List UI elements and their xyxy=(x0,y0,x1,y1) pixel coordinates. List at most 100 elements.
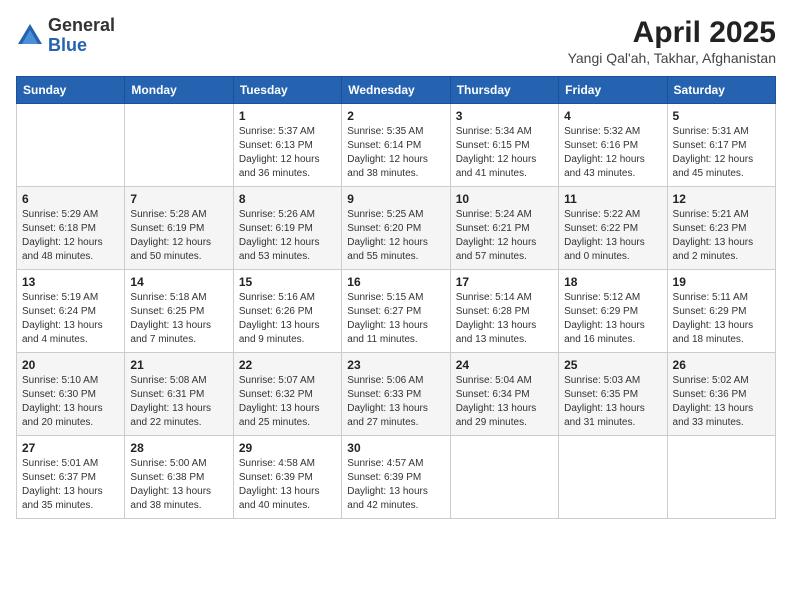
day-number: 13 xyxy=(22,275,119,289)
day-number: 3 xyxy=(456,109,553,123)
day-number: 29 xyxy=(239,441,336,455)
page-header: General Blue April 2025 Yangi Qal'ah, Ta… xyxy=(16,16,776,66)
calendar-day-cell: 11 Sunrise: 5:22 AM Sunset: 6:22 PM Dayli… xyxy=(559,187,667,270)
day-number: 9 xyxy=(347,192,444,206)
day-detail: Sunrise: 5:04 AM Sunset: 6:34 PM Dayligh… xyxy=(456,374,553,430)
day-detail: Sunrise: 5:28 AM Sunset: 6:19 PM Dayligh… xyxy=(130,208,227,264)
day-detail: Sunrise: 5:10 AM Sunset: 6:30 PM Dayligh… xyxy=(22,374,119,430)
calendar-day-cell: 21 Sunrise: 5:08 AM Sunset: 6:31 PM Dayli… xyxy=(125,353,233,436)
calendar-day-cell: 7 Sunrise: 5:28 AM Sunset: 6:19 PM Daylig… xyxy=(125,187,233,270)
calendar-day-cell: 26 Sunrise: 5:02 AM Sunset: 6:36 PM Dayli… xyxy=(667,353,775,436)
calendar-day-cell: 27 Sunrise: 5:01 AM Sunset: 6:37 PM Dayli… xyxy=(17,436,125,519)
calendar-day-cell: 9 Sunrise: 5:25 AM Sunset: 6:20 PM Daylig… xyxy=(342,187,450,270)
calendar-week-row: 6 Sunrise: 5:29 AM Sunset: 6:18 PM Daylig… xyxy=(17,187,776,270)
calendar-week-row: 20 Sunrise: 5:10 AM Sunset: 6:30 PM Dayli… xyxy=(17,353,776,436)
calendar-title: April 2025 xyxy=(568,16,776,50)
day-detail: Sunrise: 5:24 AM Sunset: 6:21 PM Dayligh… xyxy=(456,208,553,264)
day-detail: Sunrise: 5:18 AM Sunset: 6:25 PM Dayligh… xyxy=(130,291,227,347)
weekday-header: Thursday xyxy=(450,77,558,104)
day-number: 12 xyxy=(673,192,770,206)
calendar-week-row: 27 Sunrise: 5:01 AM Sunset: 6:37 PM Dayli… xyxy=(17,436,776,519)
day-number: 20 xyxy=(22,358,119,372)
calendar-day-cell xyxy=(559,436,667,519)
calendar-day-cell: 29 Sunrise: 4:58 AM Sunset: 6:39 PM Dayli… xyxy=(233,436,341,519)
calendar-day-cell: 25Sunrise: 5:03 AM Sunset: 6:35 PM Dayli… xyxy=(559,353,667,436)
weekday-header: Monday xyxy=(125,77,233,104)
day-detail: Sunrise: 5:01 AM Sunset: 6:37 PM Dayligh… xyxy=(22,457,119,513)
day-number: 27 xyxy=(22,441,119,455)
calendar-day-cell xyxy=(125,104,233,187)
day-number: 26 xyxy=(673,358,770,372)
calendar-day-cell: 18 Sunrise: 5:12 AM Sunset: 6:29 PM Dayli… xyxy=(559,270,667,353)
day-number: 25 xyxy=(564,358,661,372)
day-number: 2 xyxy=(347,109,444,123)
day-detail: Sunrise: 5:35 AM Sunset: 6:14 PM Dayligh… xyxy=(347,125,444,181)
day-number: 11 xyxy=(564,192,661,206)
day-number: 8 xyxy=(239,192,336,206)
day-number: 19 xyxy=(673,275,770,289)
day-detail: Sunrise: 5:26 AM Sunset: 6:19 PM Dayligh… xyxy=(239,208,336,264)
day-detail: Sunrise: 5:14 AM Sunset: 6:28 PM Dayligh… xyxy=(456,291,553,347)
day-detail: Sunrise: 5:15 AM Sunset: 6:27 PM Dayligh… xyxy=(347,291,444,347)
day-detail: Sunrise: 5:37 AM Sunset: 6:13 PM Dayligh… xyxy=(239,125,336,181)
calendar-day-cell: 10 Sunrise: 5:24 AM Sunset: 6:21 PM Dayli… xyxy=(450,187,558,270)
calendar-day-cell: 2 Sunrise: 5:35 AM Sunset: 6:14 PM Daylig… xyxy=(342,104,450,187)
day-number: 22 xyxy=(239,358,336,372)
calendar-day-cell: 5Sunrise: 5:31 AM Sunset: 6:17 PM Daylig… xyxy=(667,104,775,187)
day-number: 14 xyxy=(130,275,227,289)
calendar-day-cell: 28 Sunrise: 5:00 AM Sunset: 6:38 PM Dayli… xyxy=(125,436,233,519)
day-number: 17 xyxy=(456,275,553,289)
calendar-subtitle: Yangi Qal'ah, Takhar, Afghanistan xyxy=(568,50,776,66)
calendar-day-cell: 16 Sunrise: 5:15 AM Sunset: 6:27 PM Dayli… xyxy=(342,270,450,353)
day-number: 6 xyxy=(22,192,119,206)
calendar-day-cell: 23Sunrise: 5:06 AM Sunset: 6:33 PM Dayli… xyxy=(342,353,450,436)
weekday-header: Saturday xyxy=(667,77,775,104)
calendar-day-cell: 20 Sunrise: 5:10 AM Sunset: 6:30 PM Dayli… xyxy=(17,353,125,436)
logo: General Blue xyxy=(16,16,115,56)
day-detail: Sunrise: 5:11 AM Sunset: 6:29 PM Dayligh… xyxy=(673,291,770,347)
day-number: 21 xyxy=(130,358,227,372)
day-detail: Sunrise: 5:31 AM Sunset: 6:17 PM Dayligh… xyxy=(673,125,770,181)
day-number: 28 xyxy=(130,441,227,455)
day-number: 7 xyxy=(130,192,227,206)
day-detail: Sunrise: 5:08 AM Sunset: 6:31 PM Dayligh… xyxy=(130,374,227,430)
weekday-header: Tuesday xyxy=(233,77,341,104)
calendar-day-cell: 19 Sunrise: 5:11 AM Sunset: 6:29 PM Dayli… xyxy=(667,270,775,353)
day-detail: Sunrise: 5:21 AM Sunset: 6:23 PM Dayligh… xyxy=(673,208,770,264)
calendar-day-cell: 3 Sunrise: 5:34 AM Sunset: 6:15 PM Daylig… xyxy=(450,104,558,187)
calendar-day-cell xyxy=(450,436,558,519)
calendar-week-row: 13Sunrise: 5:19 AM Sunset: 6:24 PM Dayli… xyxy=(17,270,776,353)
day-number: 30 xyxy=(347,441,444,455)
calendar-day-cell: 6 Sunrise: 5:29 AM Sunset: 6:18 PM Daylig… xyxy=(17,187,125,270)
logo-icon xyxy=(16,22,44,50)
logo-text: General Blue xyxy=(48,16,115,56)
calendar-day-cell: 14 Sunrise: 5:18 AM Sunset: 6:25 PM Dayli… xyxy=(125,270,233,353)
calendar-day-cell: 4Sunrise: 5:32 AM Sunset: 6:16 PM Daylig… xyxy=(559,104,667,187)
day-detail: Sunrise: 5:02 AM Sunset: 6:36 PM Dayligh… xyxy=(673,374,770,430)
day-detail: Sunrise: 5:00 AM Sunset: 6:38 PM Dayligh… xyxy=(130,457,227,513)
calendar-day-cell: 15 Sunrise: 5:16 AM Sunset: 6:26 PM Dayli… xyxy=(233,270,341,353)
day-detail: Sunrise: 5:29 AM Sunset: 6:18 PM Dayligh… xyxy=(22,208,119,264)
weekday-header: Sunday xyxy=(17,77,125,104)
day-number: 24 xyxy=(456,358,553,372)
day-number: 16 xyxy=(347,275,444,289)
calendar-day-cell: 24 Sunrise: 5:04 AM Sunset: 6:34 PM Dayli… xyxy=(450,353,558,436)
day-number: 18 xyxy=(564,275,661,289)
day-detail: Sunrise: 5:12 AM Sunset: 6:29 PM Dayligh… xyxy=(564,291,661,347)
day-number: 23 xyxy=(347,358,444,372)
day-number: 15 xyxy=(239,275,336,289)
calendar-day-cell: 13Sunrise: 5:19 AM Sunset: 6:24 PM Dayli… xyxy=(17,270,125,353)
calendar-day-cell: 17 Sunrise: 5:14 AM Sunset: 6:28 PM Dayli… xyxy=(450,270,558,353)
day-detail: Sunrise: 5:16 AM Sunset: 6:26 PM Dayligh… xyxy=(239,291,336,347)
day-detail: Sunrise: 5:25 AM Sunset: 6:20 PM Dayligh… xyxy=(347,208,444,264)
day-detail: Sunrise: 5:34 AM Sunset: 6:15 PM Dayligh… xyxy=(456,125,553,181)
day-detail: Sunrise: 4:58 AM Sunset: 6:39 PM Dayligh… xyxy=(239,457,336,513)
day-number: 1 xyxy=(239,109,336,123)
day-number: 10 xyxy=(456,192,553,206)
calendar-week-row: 1 Sunrise: 5:37 AM Sunset: 6:13 PM Daylig… xyxy=(17,104,776,187)
calendar-day-cell: 30Sunrise: 4:57 AM Sunset: 6:39 PM Dayli… xyxy=(342,436,450,519)
day-detail: Sunrise: 5:22 AM Sunset: 6:22 PM Dayligh… xyxy=(564,208,661,264)
calendar-table: SundayMondayTuesdayWednesdayThursdayFrid… xyxy=(16,76,776,519)
calendar-day-cell: 8 Sunrise: 5:26 AM Sunset: 6:19 PM Daylig… xyxy=(233,187,341,270)
day-number: 4 xyxy=(564,109,661,123)
